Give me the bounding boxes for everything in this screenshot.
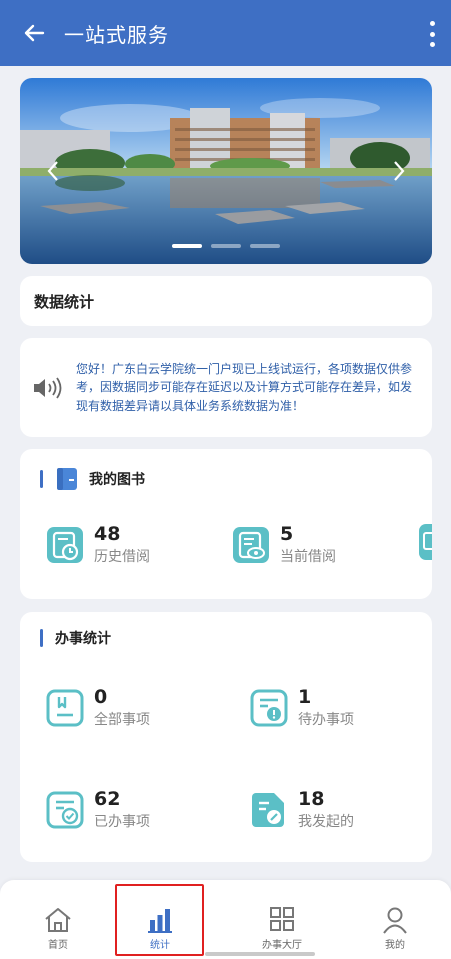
initiated-tasks-label: 我发起的 bbox=[298, 814, 354, 830]
done-tasks-icon bbox=[46, 791, 84, 829]
section-accent-bar bbox=[40, 470, 43, 488]
task-stats-card: 办事统计 0 全部事项 1 待办事项 62 已办事项 18 我发起的 bbox=[20, 612, 432, 862]
chevron-right-icon bbox=[394, 161, 405, 181]
app-bar: 一站式服务 bbox=[0, 0, 451, 66]
pending-tasks-value: 1 bbox=[298, 686, 312, 708]
tab-mine-label: 我的 bbox=[385, 940, 405, 951]
pending-tasks-icon bbox=[250, 689, 288, 727]
all-tasks-label: 全部事项 bbox=[94, 712, 150, 728]
campus-photo bbox=[20, 78, 432, 264]
back-button[interactable] bbox=[12, 11, 56, 55]
history-borrow-value: 48 bbox=[94, 523, 121, 545]
notice-text: 您好！广东白云学院统一门户现已上线试运行，各项数据仅供参考，因数据同步可能存在延… bbox=[76, 361, 413, 413]
tab-home-label: 首页 bbox=[48, 940, 68, 951]
book-icon bbox=[57, 468, 77, 490]
tab-service-hall-label: 办事大厅 bbox=[262, 940, 302, 951]
current-borrow-value: 5 bbox=[280, 523, 294, 545]
bottom-tab-bar: 首页 统计 办事大厅 我的 bbox=[0, 880, 451, 959]
pending-tasks-label: 待办事项 bbox=[298, 712, 354, 728]
current-borrow-label: 当前借阅 bbox=[280, 549, 336, 565]
current-borrow-stat[interactable]: 5 当前借阅 bbox=[232, 523, 336, 567]
all-tasks-value: 0 bbox=[94, 686, 108, 708]
tasks-title: 办事统计 bbox=[55, 631, 111, 647]
current-borrow-icon bbox=[233, 527, 269, 563]
initiated-tasks-value: 18 bbox=[298, 788, 325, 810]
books-title: 我的图书 bbox=[89, 472, 145, 488]
notice-card: 您好！广东白云学院统一门户现已上线试运行，各项数据仅供参考，因数据同步可能存在延… bbox=[20, 338, 432, 437]
carousel-dot[interactable] bbox=[211, 244, 241, 248]
section-accent-bar bbox=[40, 629, 43, 647]
user-icon bbox=[383, 907, 407, 934]
tab-mine[interactable]: 我的 bbox=[355, 906, 435, 951]
all-tasks-stat[interactable]: 0 全部事项 bbox=[46, 686, 150, 730]
history-borrow-stat[interactable]: 48 历史借阅 bbox=[46, 523, 150, 567]
chevron-left-icon bbox=[47, 161, 58, 181]
done-tasks-value: 62 bbox=[94, 788, 121, 810]
history-borrow-label: 历史借阅 bbox=[94, 549, 150, 565]
initiated-tasks-stat[interactable]: 18 我发起的 bbox=[250, 788, 354, 832]
initiated-tasks-icon bbox=[252, 793, 284, 827]
carousel-dot[interactable] bbox=[172, 244, 202, 248]
done-tasks-stat[interactable]: 62 已办事项 bbox=[46, 788, 150, 832]
history-borrow-icon bbox=[47, 527, 83, 563]
all-tasks-icon bbox=[46, 689, 84, 727]
page-title: 一站式服务 bbox=[64, 22, 169, 47]
carousel-dot[interactable] bbox=[250, 244, 280, 248]
stats-title: 数据统计 bbox=[34, 292, 95, 311]
arrow-left-icon bbox=[24, 24, 45, 42]
more-vertical-icon[interactable] bbox=[427, 21, 437, 47]
done-tasks-label: 已办事项 bbox=[94, 814, 150, 830]
my-books-card: 我的图书 48 历史借阅 5 当前借阅 bbox=[20, 449, 432, 599]
banner-prev-button[interactable] bbox=[38, 154, 68, 188]
stats-title-card: 数据统计 bbox=[20, 276, 432, 326]
home-indicator bbox=[205, 952, 315, 956]
grid-icon bbox=[270, 907, 294, 931]
highlight-box bbox=[115, 884, 204, 956]
banner-carousel[interactable] bbox=[20, 78, 432, 264]
tab-home[interactable]: 首页 bbox=[18, 906, 98, 951]
home-icon bbox=[45, 908, 71, 932]
partial-stat-icon bbox=[419, 524, 432, 560]
speaker-icon bbox=[34, 376, 62, 399]
tab-service-hall[interactable]: 办事大厅 bbox=[242, 906, 322, 951]
carousel-indicator bbox=[20, 244, 432, 248]
pending-tasks-stat[interactable]: 1 待办事项 bbox=[250, 686, 354, 730]
banner-next-button[interactable] bbox=[384, 154, 414, 188]
